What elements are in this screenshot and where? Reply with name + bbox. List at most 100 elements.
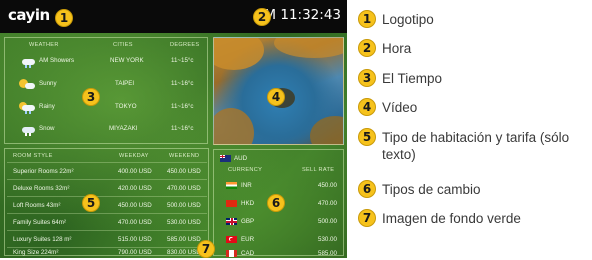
canada-flag-icon — [226, 250, 237, 257]
marker-4: 4 — [267, 88, 285, 106]
hong-kong-flag-icon — [226, 200, 237, 207]
currency-rate: 500.00 — [318, 218, 337, 225]
weather-city: TAIPEI — [115, 80, 135, 87]
legend-item: 1 Logotipo — [358, 10, 590, 30]
room-weekday-rate: 450.00 USD — [118, 202, 152, 209]
legend-item: 3 El Tiempo — [358, 69, 590, 89]
video-foliage — [214, 108, 254, 144]
room-style: Family Suites 64m² — [13, 219, 66, 226]
weekday-header: WEEKDAY — [119, 153, 149, 159]
marker-2: 2 — [253, 8, 271, 26]
currency-header: CURRENCY — [228, 167, 263, 173]
legend-text: Imagen de fondo verde — [382, 211, 521, 226]
uk-flag-icon — [226, 218, 237, 225]
room-weekend-rate: 830.00 USD — [167, 249, 201, 256]
video-foliage — [214, 38, 264, 70]
video-foliage — [310, 116, 343, 144]
legend-text: Logotipo — [382, 12, 434, 27]
currency-rate: 450.00 — [318, 182, 337, 189]
weather-city: NEW YORK — [110, 57, 144, 64]
room-style: Loft Rooms 43m² — [13, 202, 61, 209]
weather-condition: Sunny — [39, 80, 57, 87]
row-divider — [7, 196, 207, 197]
legend-number: 5 — [358, 128, 376, 146]
legend-number: 6 — [358, 180, 376, 198]
room-weekend-rate: 530.00 USD — [167, 219, 201, 226]
weather-degrees: 11~15°c — [171, 57, 194, 64]
sun-icon — [19, 79, 35, 89]
currency-code: INR — [241, 182, 252, 189]
legend-number: 1 — [358, 10, 376, 28]
legend-number: 3 — [358, 69, 376, 87]
legend-item: 2 Hora — [358, 39, 590, 59]
marker-3: 3 — [82, 88, 100, 106]
room-style: Luxury Suites 128 m² — [13, 236, 72, 243]
legend-item: 5 Tipo de habitación y tarifa (sólo text… — [358, 128, 590, 168]
room-rates-panel: ROOM STYLE WEEKDAY WEEKEND Superior Room… — [4, 148, 209, 256]
weather-header: WEATHER — [29, 42, 59, 48]
legend-text: Vídeo — [382, 100, 418, 115]
cloud-snow-icon — [19, 124, 35, 136]
legend-text: Tipos de cambio — [382, 182, 481, 197]
room-style: Deluxe Rooms 32m² — [13, 185, 70, 192]
weather-condition: AM Showers — [39, 57, 75, 64]
legend-number: 7 — [358, 209, 376, 227]
currency-code: CAD — [241, 250, 255, 257]
top-bar: cayin AM 11:32:43 — [0, 0, 347, 33]
degrees-header: DEGREES — [170, 42, 200, 48]
currency-code: HKD — [241, 200, 255, 207]
weather-condition: Snow — [39, 125, 55, 132]
cloud-rain-icon — [19, 102, 35, 114]
marker-5: 5 — [82, 194, 100, 212]
weather-degrees: 11~16°c — [171, 125, 194, 132]
weekend-header: WEEKEND — [169, 153, 200, 159]
room-style: King Size 224m² — [13, 249, 59, 256]
legend-text: El Tiempo — [382, 71, 443, 86]
legend-text: Tipo de habitación y tarifa (sólo texto) — [382, 130, 570, 162]
australia-flag-icon — [220, 155, 231, 162]
row-divider — [7, 230, 207, 231]
row-divider — [7, 247, 207, 248]
room-weekend-rate: 500.00 USD — [167, 202, 201, 209]
base-currency: AUD — [234, 155, 248, 162]
room-weekday-rate: 470.00 USD — [118, 219, 152, 226]
weather-degrees: 11~16°c — [171, 103, 194, 110]
legend-item: 6 Tipos de cambio — [358, 180, 590, 200]
cayin-logo: cayin — [8, 6, 50, 24]
marker-6: 6 — [267, 194, 285, 212]
legend-number: 2 — [358, 39, 376, 57]
room-weekend-rate: 470.00 USD — [167, 185, 201, 192]
currency-rate: 470.00 — [318, 200, 337, 207]
legend-item: 7 Imagen de fondo verde — [358, 209, 590, 229]
weather-city: TOKYO — [115, 103, 137, 110]
row-divider — [7, 179, 207, 180]
legend-item: 4 Vídeo — [358, 98, 590, 118]
currency-code: EUR — [241, 236, 255, 243]
cities-header: CITIES — [113, 42, 133, 48]
sell-rate-header: SELL RATE — [302, 167, 335, 173]
marker-7: 7 — [197, 240, 215, 258]
weather-city: MIYAZAKI — [109, 125, 138, 132]
marker-1: 1 — [55, 9, 73, 27]
currency-rate: 530.00 — [318, 236, 337, 243]
video-foliage — [274, 38, 343, 58]
turkey-flag-icon — [226, 236, 237, 243]
currency-rate: 585.00 — [318, 250, 337, 257]
room-weekday-rate: 515.00 USD — [118, 236, 152, 243]
legend-text: Hora — [382, 41, 412, 56]
weather-condition: Rainy — [39, 103, 55, 110]
room-style: Superior Rooms 22m² — [13, 168, 74, 175]
cloud-rain-icon — [19, 56, 35, 68]
weather-degrees: 11~16°c — [171, 80, 194, 87]
currency-code: GBP — [241, 218, 255, 225]
row-divider — [7, 213, 207, 214]
room-style-header: ROOM STYLE — [13, 153, 53, 159]
room-weekend-rate: 450.00 USD — [167, 168, 201, 175]
india-flag-icon — [226, 182, 237, 189]
room-weekend-rate: 585.00 USD — [167, 236, 201, 243]
room-weekday-rate: 420.00 USD — [118, 185, 152, 192]
legend-number: 4 — [358, 98, 376, 116]
room-weekday-rate: 400.00 USD — [118, 168, 152, 175]
weather-panel: WEATHER CITIES DEGREES AM Showers NEW YO… — [4, 37, 208, 144]
row-divider — [7, 162, 207, 163]
